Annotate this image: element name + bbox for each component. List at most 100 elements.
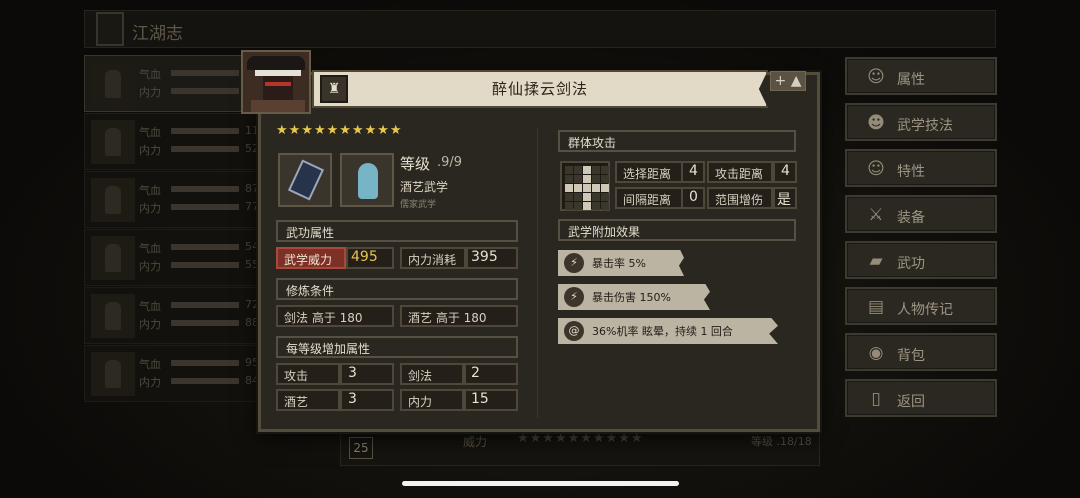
hp-bar [171, 70, 239, 76]
range-cell [574, 202, 582, 210]
range-cell [565, 184, 573, 192]
hp-label: 气血 [139, 184, 161, 197]
select-range-value: 4 [689, 163, 698, 179]
avatar [91, 352, 135, 396]
hp-value: 11 [245, 124, 259, 137]
attack-range-label: 攻击距离 [707, 161, 773, 183]
mana-value: 395 [471, 249, 498, 265]
column-divider [537, 128, 538, 418]
roster-row[interactable]: 气血内力 11 52 [84, 113, 274, 170]
hp-bar [171, 244, 239, 250]
range-cell [601, 166, 609, 174]
mp-value: 77 [245, 200, 259, 213]
mp-value: 55 [245, 258, 259, 271]
aoe-value: 是 [777, 192, 791, 208]
mp-bar [171, 204, 239, 210]
menu-item-label: 属性 [897, 72, 925, 88]
lightning-icon: ⚡ [564, 287, 584, 307]
menu-item-label: 人物传记 [897, 302, 953, 318]
menu-item-0[interactable]: ☺ 属性 [845, 57, 997, 95]
aoe-label: 范围增伤 [707, 187, 773, 209]
character-portrait [241, 50, 311, 114]
menu-item-2[interactable]: ☺ 特性 [845, 149, 997, 187]
range-cell [574, 166, 582, 174]
hp-bar [171, 128, 239, 134]
attack-range-value: 4 [781, 163, 790, 179]
level-badge: 25 [349, 437, 373, 459]
expand-tab[interactable]: + ▲ [770, 71, 806, 91]
effect-crit-rate: ⚡ 暴击率 5% [558, 250, 684, 276]
bonus-value: 3 [348, 365, 357, 381]
menu-item-7[interactable]: ▯ 返回 [845, 379, 997, 417]
hp-label: 气血 [139, 300, 161, 313]
bonus-value: 3 [348, 391, 357, 407]
hp-label: 气血 [139, 242, 161, 255]
menu-item-4[interactable]: ▰ 武功 [845, 241, 997, 279]
range-cell [565, 202, 573, 210]
door-icon: ▯ [871, 389, 881, 409]
school-name: 酒艺武学 [400, 180, 449, 194]
bonus-label: 内力 [400, 389, 464, 411]
hp-value: 87 [245, 182, 259, 195]
range-cell [601, 193, 609, 201]
mp-value: 52 [245, 142, 259, 155]
avatar [91, 120, 135, 164]
avatar [91, 236, 135, 280]
top-bar [84, 10, 996, 48]
requirement-1: 剑法 高于 180 [276, 305, 394, 327]
hp-label: 气血 [139, 126, 161, 139]
range-cell [565, 166, 573, 174]
hp-bar [171, 186, 239, 192]
range-cell [601, 202, 609, 210]
side-menu: ☺ 属性 ☻ 武学技法 ☺ 特性 ⚔ 装备 ▰ 武功 ▤ 人物传记 ◉ 背包 ▯ 返回 [845, 57, 997, 425]
menu-item-1[interactable]: ☻ 武学技法 [845, 103, 997, 141]
mp-label: 内力 [139, 376, 161, 389]
range-cell [574, 175, 582, 183]
mp-bar [171, 378, 239, 384]
bonus-value: 15 [471, 391, 489, 407]
skill-list-peek: 25 威力 ★★★★★★★★★★ 等级 .18/18 [340, 430, 820, 466]
avatar [91, 62, 135, 106]
mp-bar [171, 88, 239, 94]
hp-label: 气血 [139, 68, 161, 81]
menu-item-label: 武功 [897, 256, 925, 272]
bonus-section-label: 每等级增加属性 [276, 336, 518, 358]
roster-row[interactable]: 气血 内力 72 88 [84, 287, 274, 344]
journal-icon[interactable] [96, 12, 124, 46]
hp-value: 54 [245, 240, 259, 253]
range-cell [583, 202, 591, 210]
mp-label: 内力 [139, 86, 161, 99]
range-cell [583, 166, 591, 174]
wine-gourd-icon: ♜ [320, 75, 348, 103]
bonus-label: 酒艺 [276, 389, 340, 411]
roster-row[interactable]: 气血 内力 54 55 [84, 229, 274, 286]
range-cell [601, 175, 609, 183]
range-cell [565, 193, 573, 201]
range-grid-icon [560, 161, 610, 211]
menu-item-label: 背包 [897, 348, 925, 364]
range-cell [592, 184, 600, 192]
effects-section-label: 武学附加效果 [558, 219, 796, 241]
range-cell [592, 202, 600, 210]
menu-item-3[interactable]: ⚔ 装备 [845, 195, 997, 233]
spiral-icon: @ [564, 321, 584, 341]
mp-label: 内力 [139, 144, 161, 157]
menu-item-label: 装备 [897, 210, 925, 226]
roster-row[interactable]: 气血 内力 87 77 [84, 171, 274, 228]
effect-text: 暴击伤害 150% [592, 291, 671, 304]
hp-value: 95 [245, 356, 259, 369]
roster-row[interactable]: 气血 内力 95 84 [84, 345, 274, 402]
hp-bar [171, 360, 239, 366]
sword-icon: ⚔ [868, 205, 884, 225]
bonus-label: 攻击 [276, 363, 340, 385]
skill-title: 醉仙揉云剑法 [491, 80, 588, 98]
range-cell [601, 184, 609, 192]
mp-value: 88 [245, 316, 259, 329]
home-indicator[interactable] [402, 481, 679, 486]
range-cell [592, 166, 600, 174]
menu-item-6[interactable]: ◉ 背包 [845, 333, 997, 371]
menu-item-5[interactable]: ▤ 人物传记 [845, 287, 997, 325]
range-cell [574, 193, 582, 201]
mp-bar [171, 262, 239, 268]
effect-text: 36%机率 眩晕，持续 1 回合 [592, 325, 733, 338]
